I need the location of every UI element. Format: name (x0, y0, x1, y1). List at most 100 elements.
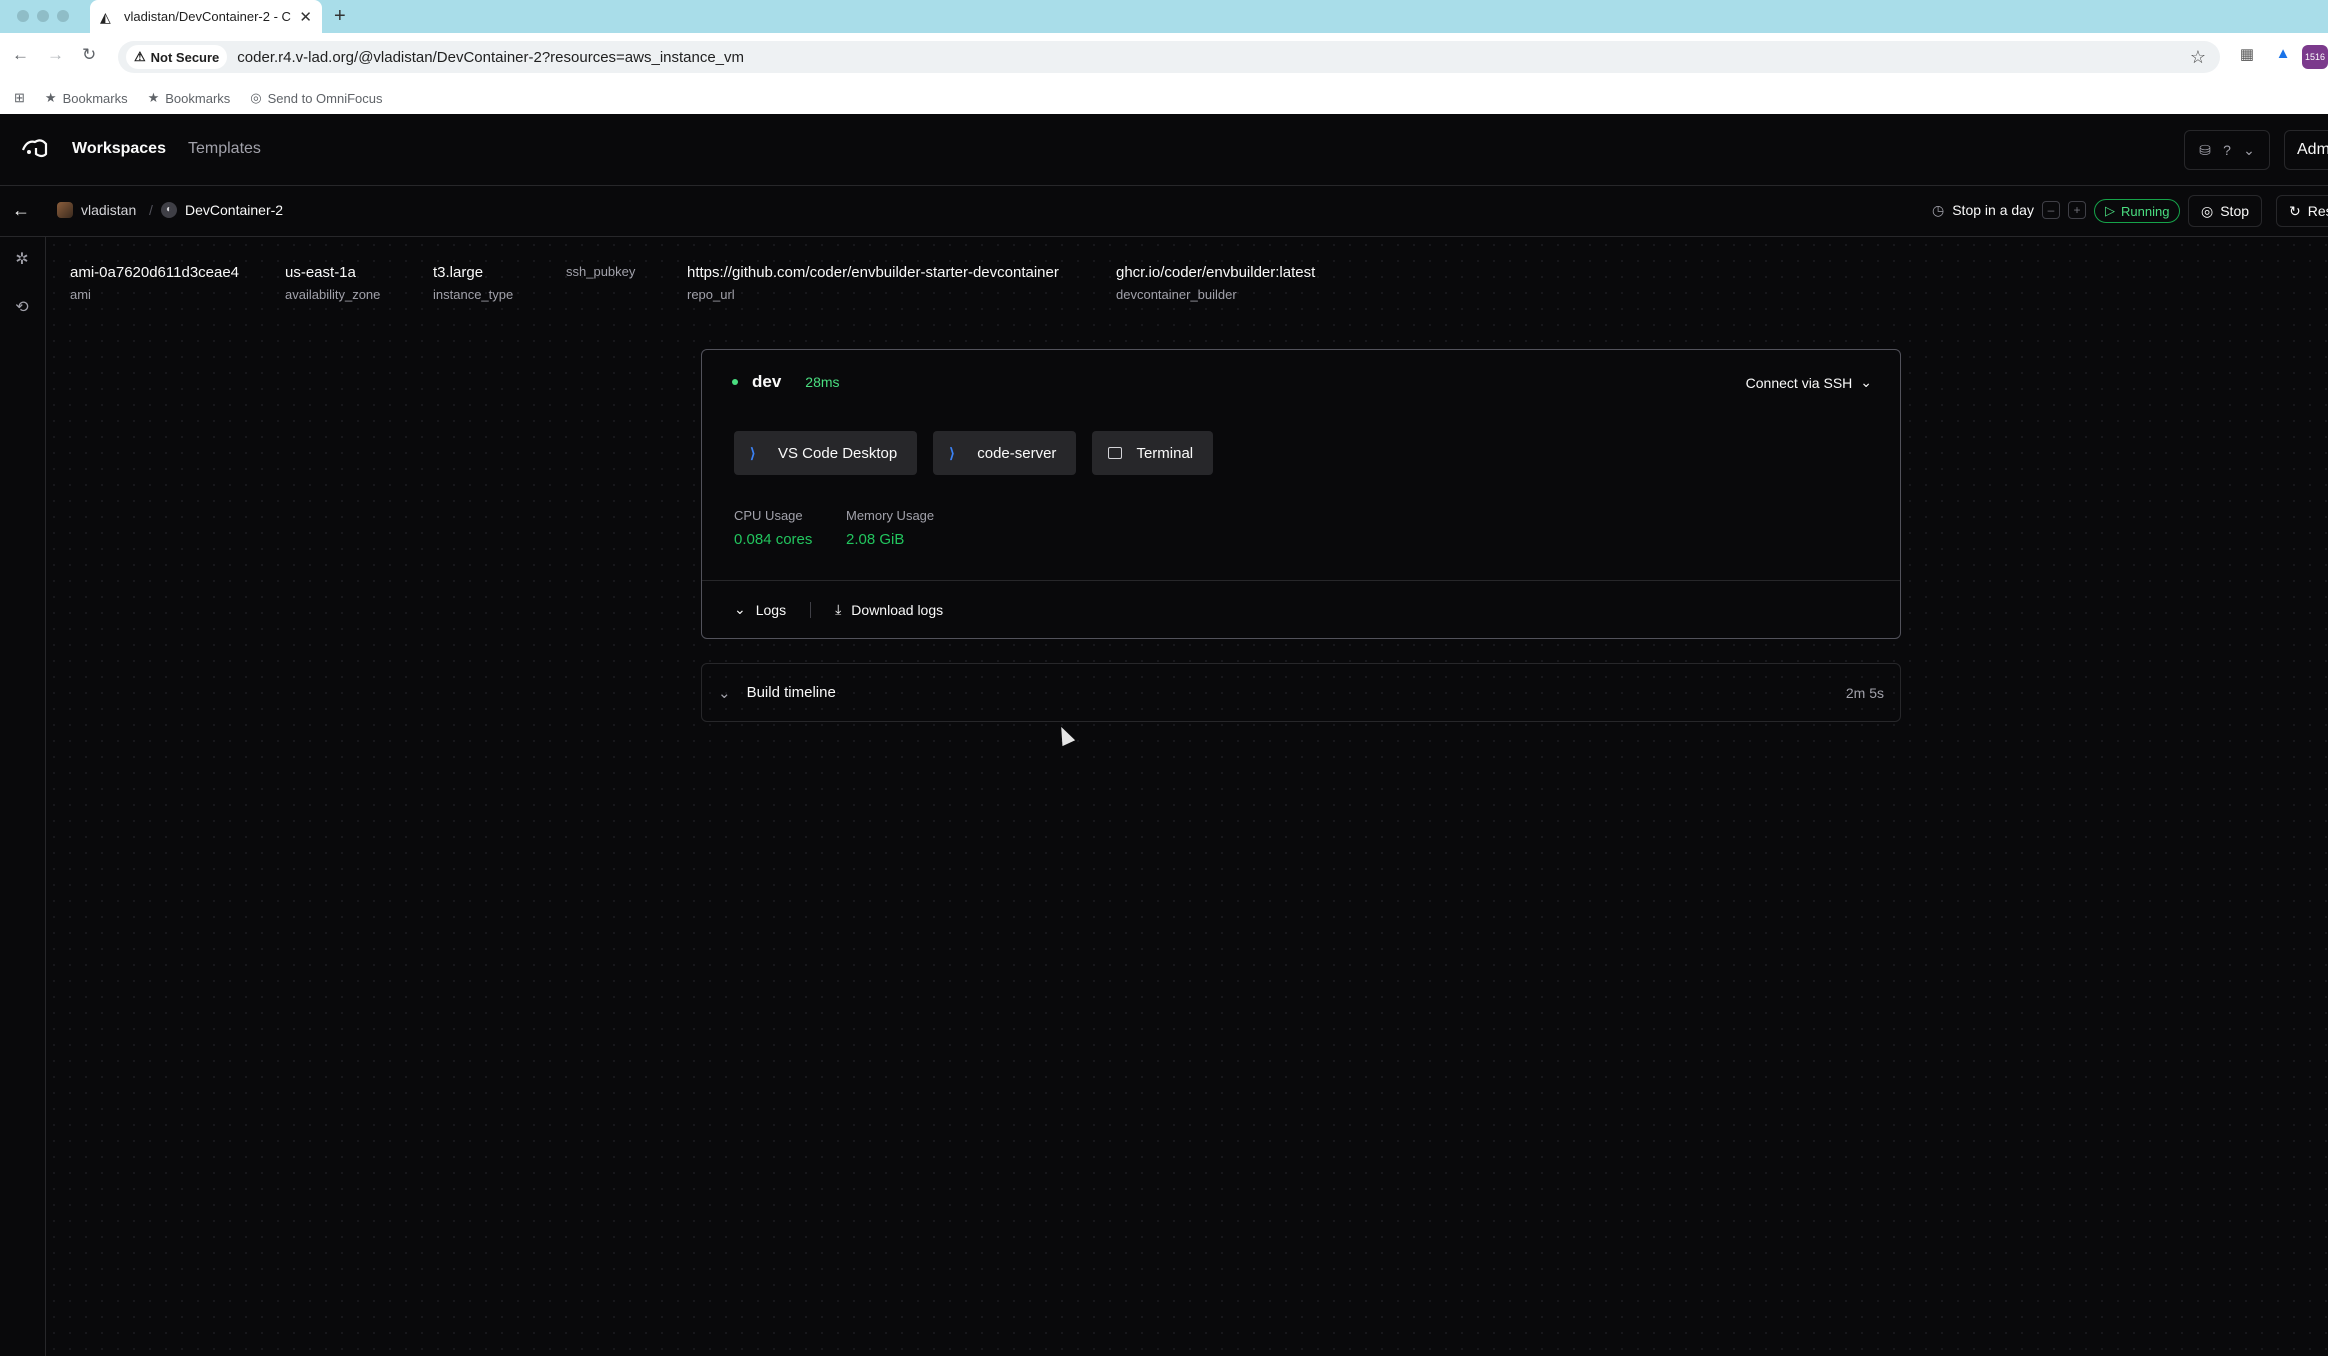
play-icon: ▷ (2105, 203, 2115, 218)
metadata-key: instance_type (433, 287, 514, 302)
metadata-devcontainer-builder: ghcr.io/coder/envbuilder:latest devconta… (1116, 264, 1315, 302)
nav-templates-link[interactable]: Templates (188, 140, 261, 158)
vscode-desktop-button[interactable]: ⟩ VS Code Desktop (734, 431, 918, 475)
chevron-down-icon: ⌄ (718, 684, 731, 702)
breadcrumb-owner[interactable]: vladistan (57, 202, 136, 218)
top-navbar: Workspaces Templates ⛁ ? ⌄ Admin (0, 114, 2328, 186)
metadata-key: ssh_pubkey (566, 264, 636, 279)
security-indicator[interactable]: ⚠ Not Secure (126, 45, 228, 69)
metadata-ssh-pubkey: ssh_pubkey (566, 264, 635, 279)
logs-toggle[interactable]: ⌄ Logs (734, 601, 786, 618)
schedule-control: ◷ Stop in a day – + (1932, 201, 2086, 219)
deployment-icon: ⛁ (2199, 141, 2211, 158)
stop-button[interactable]: ◎ Stop (2188, 195, 2263, 227)
url-text[interactable]: coder.r4.v-lad.org/@vladistan/DevContain… (237, 49, 744, 66)
connect-ssh-button[interactable]: Connect via SSH ⌄ (1746, 374, 1872, 391)
coder-logo-icon[interactable] (20, 136, 50, 162)
download-logs-label: Download logs (851, 601, 944, 618)
metadata-availability-zone: us-east-1a availability_zone (285, 264, 380, 302)
close-tab-icon[interactable]: ✕ (299, 8, 312, 26)
browser-tab-active[interactable]: ◭ vladistan/DevContainer-2 - C ✕ (90, 0, 322, 33)
metadata-value[interactable]: https://github.com/coder/envbuilder-star… (687, 264, 1059, 281)
back-arrow-icon[interactable]: ← (12, 200, 30, 221)
decrease-deadline-button[interactable]: – (2041, 201, 2060, 219)
breadcrumb-workspace[interactable]: ◐ DevContainer-2 (161, 202, 283, 218)
extension-grid-icon[interactable]: ▦ (2236, 45, 2258, 67)
reload-icon[interactable]: ↻ (82, 45, 96, 65)
metadata-value: ami-0a7620d611d3ceae4 (70, 264, 240, 281)
help-icon: ? (2223, 142, 2231, 158)
bookmark-item[interactable]: ★ Bookmarks (45, 90, 128, 106)
workspace-topbar: ← vladistan / ◐ DevContainer-2 ◷ Stop in… (0, 186, 2328, 237)
build-timeline[interactable]: ⌄ Build timeline 2m 5s (701, 663, 1901, 722)
browser-tab-strip: ◭ vladistan/DevContainer-2 - C ✕ + (0, 0, 2328, 33)
metadata-ami: ami-0a7620d611d3ceae4 ami (70, 264, 239, 302)
restart-button[interactable]: ↻ Restart (2276, 195, 2328, 227)
agent-header: dev 28ms (732, 372, 840, 392)
bookmark-star-icon[interactable]: ☆ (2190, 47, 2206, 68)
minimize-window-button[interactable] (37, 10, 49, 22)
maximize-window-button[interactable] (57, 10, 69, 22)
stop-label: Stop (2220, 203, 2250, 219)
build-timeline-duration: 2m 5s (1845, 684, 1884, 701)
metadata-key: availability_zone (285, 287, 381, 302)
close-window-button[interactable] (17, 10, 29, 22)
divider (810, 601, 812, 618)
coder-favicon-icon: ◭ (100, 8, 111, 25)
app-label: VS Code Desktop (778, 444, 898, 462)
agent-card: dev 28ms Connect via SSH ⌄ ⟩ VS Code Des… (701, 349, 1901, 639)
terminal-button[interactable]: Terminal (1092, 431, 1214, 475)
tab-title: vladistan/DevContainer-2 - C (124, 9, 291, 24)
restart-label: Restart (2307, 203, 2328, 219)
download-logs-button[interactable]: ⤓ Download logs (835, 601, 943, 618)
metadata-value: t3.large (433, 264, 484, 281)
address-bar[interactable]: ⚠ Not Secure coder.r4.v-lad.org/@vladist… (118, 41, 2220, 73)
history-icon[interactable]: ⟲ (11, 297, 33, 319)
agent-status-dot (732, 379, 738, 385)
agent-latency: 28ms (805, 374, 840, 390)
bookmarks-bar: ⊞ ★ Bookmarks ★ Bookmarks ◎ Send to OmniFoc… (0, 82, 2328, 114)
memory-usage-stat: Memory Usage 2.08 GiB (846, 508, 934, 548)
bookmark-item[interactable]: ★ Bookmarks (148, 90, 231, 106)
increase-deadline-button[interactable]: + (2067, 201, 2086, 219)
back-arrow-icon[interactable]: ← (12, 45, 29, 65)
chevron-down-icon: ⌄ (734, 601, 746, 617)
code-server-button[interactable]: ⟩ code-server (933, 431, 1077, 475)
metadata-key: devcontainer_builder (1116, 287, 1237, 302)
metadata-value: us-east-1a (285, 264, 356, 281)
vscode-icon: ⟩ (949, 445, 955, 461)
new-tab-button[interactable]: + (334, 5, 346, 28)
stop-icon: ◎ (2201, 202, 2214, 219)
memory-usage-value: 2.08 GiB (846, 531, 905, 548)
workspace-icon: ◐ (161, 202, 177, 218)
metadata-repo-url: https://github.com/coder/envbuilder-star… (687, 264, 1059, 302)
security-label: Not Secure (150, 49, 220, 65)
support-menu[interactable]: ⛁ ? ⌄ (2184, 130, 2270, 170)
schedule-label[interactable]: Stop in a day (1952, 202, 2034, 218)
owner-name: vladistan (81, 202, 137, 218)
cpu-usage-value: 0.084 cores (734, 531, 813, 548)
vscode-icon: ⟩ (750, 445, 756, 461)
app-label: code-server (977, 444, 1057, 462)
forward-arrow-icon[interactable]: → (47, 45, 64, 65)
build-timeline-label: Build timeline (746, 684, 836, 701)
apps-grid-icon[interactable]: ⊞ (14, 90, 25, 106)
cpu-usage-stat: CPU Usage 0.084 cores (734, 508, 812, 548)
breadcrumb-separator: / (149, 202, 153, 218)
cpu-usage-label: CPU Usage (734, 508, 803, 523)
restart-icon: ↻ (2289, 202, 2301, 219)
status-badge: ▷ Running (2094, 199, 2181, 223)
globe-icon: ◎ (250, 90, 262, 105)
admin-menu-button[interactable]: Admin (2284, 130, 2328, 170)
terminal-icon (1108, 447, 1123, 459)
connect-ssh-label: Connect via SSH (1745, 374, 1853, 391)
resources-icon[interactable]: ✲ (11, 249, 33, 271)
extension-badge[interactable]: 1516 (2302, 45, 2328, 69)
drive-extension-icon[interactable]: ▲ (2272, 45, 2294, 67)
nav-workspaces-link[interactable]: Workspaces (72, 140, 166, 158)
metadata-key: repo_url (687, 287, 735, 302)
bookmark-item[interactable]: ◎ Send to OmniFocus (250, 90, 382, 106)
chevron-down-icon: ⌄ (1860, 374, 1872, 390)
metadata-value: ghcr.io/coder/envbuilder:latest (1116, 264, 1316, 281)
logs-label: Logs (755, 601, 787, 618)
